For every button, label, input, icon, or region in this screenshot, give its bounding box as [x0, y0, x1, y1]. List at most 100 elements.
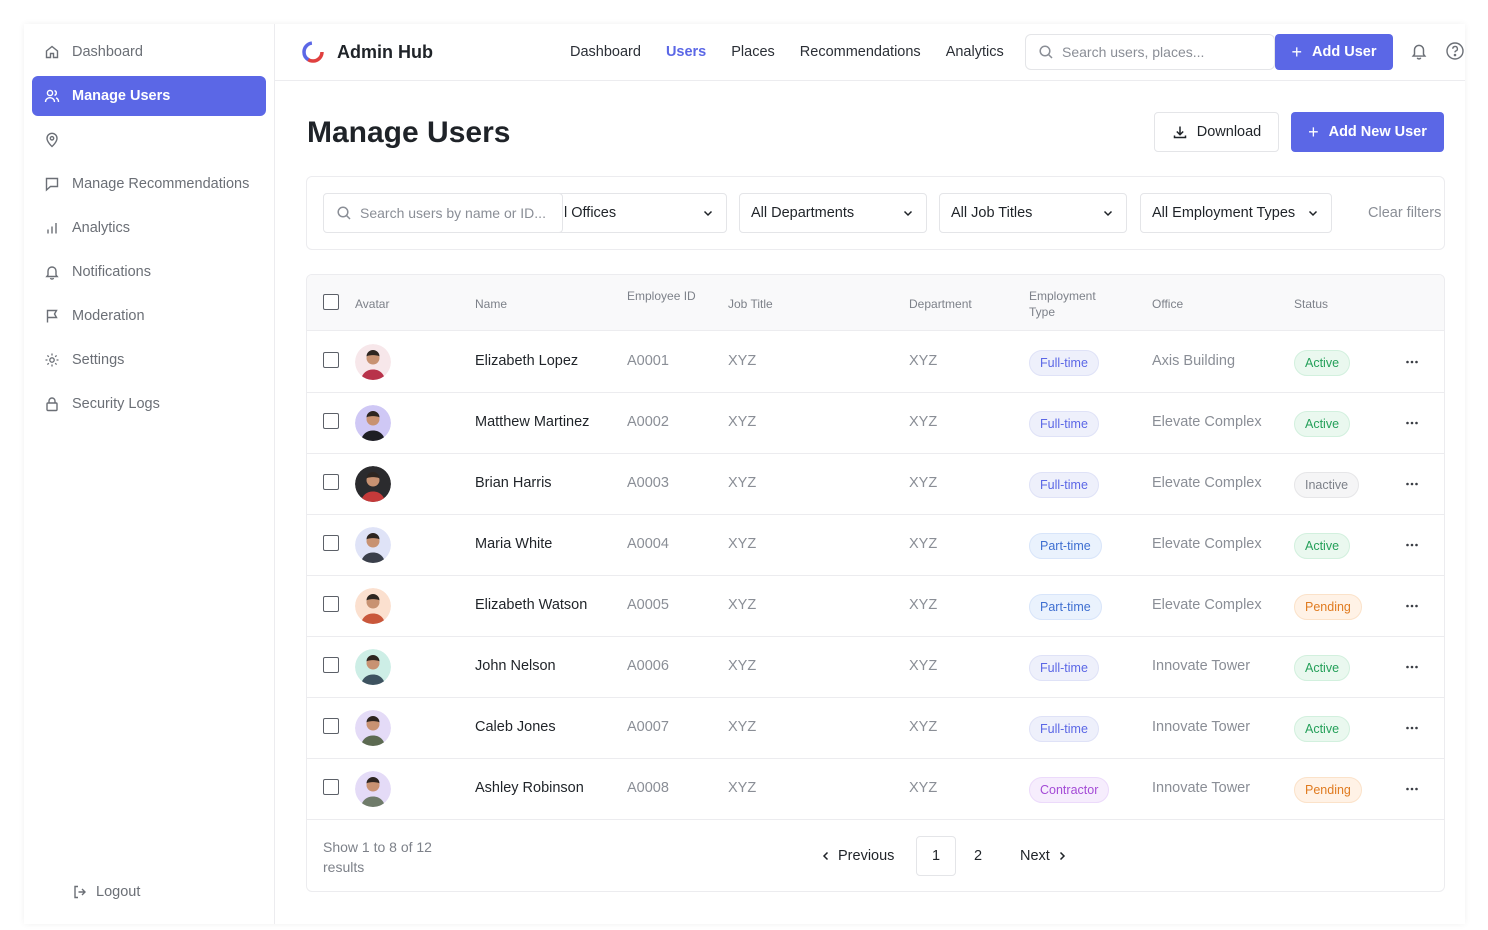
- chevron-down-icon: [1307, 207, 1319, 219]
- nav-analytics[interactable]: Analytics: [946, 44, 1004, 60]
- table-row[interactable]: Caleb Jones A0007 XYZ XYZ Full-time Innovate …: [307, 698, 1444, 759]
- avatar: [355, 527, 391, 563]
- sidebar: Dashboard Manage Users Manage Recommenda…: [24, 24, 275, 924]
- page-2-button[interactable]: 2: [974, 848, 986, 864]
- sidebar-item-places[interactable]: [32, 120, 266, 160]
- sidebar-item-security-logs[interactable]: Security Logs: [32, 384, 266, 424]
- sidebar-item-moderation[interactable]: Moderation: [32, 296, 266, 336]
- more-options-icon[interactable]: [1404, 415, 1420, 431]
- add-new-user-button[interactable]: + Add New User: [1291, 112, 1444, 152]
- download-button[interactable]: Download: [1154, 112, 1279, 152]
- user-name[interactable]: Matthew Martinez: [475, 414, 589, 430]
- employment-type-badge: Full-time: [1029, 472, 1099, 498]
- more-options-icon[interactable]: [1404, 720, 1420, 736]
- user-name[interactable]: Ashley Robinson: [475, 780, 584, 796]
- plus-icon: +: [1308, 121, 1319, 142]
- employee-id: A0004: [627, 536, 669, 552]
- clear-filters-button[interactable]: Clear filters: [1368, 205, 1441, 221]
- employee-id: A0003: [627, 475, 669, 491]
- top-nav-links: Dashboard Users Places Recommendations A…: [570, 44, 1029, 60]
- department: XYZ: [909, 414, 938, 430]
- employment-type-badge: Part-time: [1029, 533, 1102, 559]
- more-options-icon[interactable]: [1404, 537, 1420, 553]
- nav-places[interactable]: Places: [731, 44, 775, 60]
- table-row[interactable]: Elizabeth Lopez A0001 XYZ XYZ Full-time Axis …: [307, 332, 1444, 393]
- job-title: XYZ: [728, 414, 757, 430]
- status-badge: Inactive: [1294, 472, 1360, 498]
- row-checkbox[interactable]: [323, 657, 339, 673]
- table-row[interactable]: Elizabeth Watson A0005 XYZ XYZ Part-time Elev…: [307, 576, 1444, 637]
- nav-recommendations[interactable]: Recommendations: [800, 44, 921, 60]
- users-icon: [44, 88, 60, 104]
- row-checkbox[interactable]: [323, 413, 339, 429]
- more-options-icon[interactable]: [1404, 781, 1420, 797]
- brand[interactable]: Admin Hub: [301, 40, 433, 64]
- sidebar-item-dashboard[interactable]: Dashboard: [32, 32, 266, 72]
- help-icon[interactable]: [1445, 41, 1465, 61]
- status-badge: Active: [1294, 716, 1351, 742]
- table-row[interactable]: John Nelson A0006 XYZ XYZ Full-time Innovate …: [307, 637, 1444, 698]
- sidebar-item-analytics[interactable]: Analytics: [32, 208, 266, 248]
- status-badge: Active: [1294, 533, 1351, 559]
- user-name[interactable]: John Nelson: [475, 658, 556, 674]
- users-table: Avatar Name Employee ID Job Title Depart…: [306, 274, 1445, 892]
- row-checkbox[interactable]: [323, 718, 339, 734]
- more-options-icon[interactable]: [1404, 659, 1420, 675]
- job-titles-filter[interactable]: All Job Titles: [939, 193, 1127, 233]
- nav-users[interactable]: Users: [666, 44, 706, 60]
- sidebar-item-notifications[interactable]: Notifications: [32, 252, 266, 292]
- table-row[interactable]: Matthew Martinez A0002 XYZ XYZ Full-time Elev…: [307, 393, 1444, 454]
- nav-dashboard[interactable]: Dashboard: [570, 44, 641, 60]
- user-name[interactable]: Elizabeth Watson: [475, 597, 587, 613]
- sidebar-item-label: Dashboard: [72, 44, 143, 60]
- job-title: XYZ: [728, 780, 757, 796]
- table-row[interactable]: Maria White A0004 XYZ XYZ Part-time Elevate C…: [307, 515, 1444, 576]
- add-user-button[interactable]: + Add User: [1275, 34, 1393, 70]
- avatar: [355, 405, 391, 441]
- col-status[interactable]: Status: [1294, 296, 1328, 312]
- employment-type-badge: Full-time: [1029, 350, 1099, 376]
- user-name[interactable]: Elizabeth Lopez: [475, 353, 578, 369]
- page-1-button[interactable]: 1: [916, 836, 956, 876]
- col-employee-id[interactable]: Employee ID: [627, 288, 697, 304]
- col-name[interactable]: Name: [475, 296, 507, 312]
- more-options-icon[interactable]: [1404, 598, 1420, 614]
- sidebar-item-manage-users[interactable]: Manage Users: [32, 76, 266, 116]
- row-checkbox[interactable]: [323, 779, 339, 795]
- col-job-title[interactable]: Job Title: [728, 296, 773, 312]
- employee-id: A0005: [627, 597, 669, 613]
- sidebar-item-label: Settings: [72, 352, 125, 368]
- office: Elevate Complex: [1152, 414, 1262, 430]
- sidebar-item-label: Manage Users: [72, 88, 171, 104]
- table-row[interactable]: Brian Harris A0003 XYZ XYZ Full-time Elevate …: [307, 454, 1444, 515]
- user-name[interactable]: Brian Harris: [475, 475, 552, 491]
- row-checkbox[interactable]: [323, 535, 339, 551]
- table-row[interactable]: Ashley Robinson A0008 XYZ XYZ Contractor Inno…: [307, 759, 1444, 820]
- user-search-input[interactable]: [360, 205, 560, 221]
- row-checkbox[interactable]: [323, 474, 339, 490]
- employee-id: A0001: [627, 353, 669, 369]
- employment-types-filter[interactable]: All Employment Types: [1140, 193, 1332, 233]
- col-office[interactable]: Office: [1152, 296, 1183, 312]
- logout-button[interactable]: Logout: [72, 884, 140, 900]
- departments-filter[interactable]: All Departments: [739, 193, 927, 233]
- more-options-icon[interactable]: [1404, 354, 1420, 370]
- office: Innovate Tower: [1152, 780, 1251, 796]
- previous-page-button[interactable]: Previous: [820, 848, 894, 864]
- department: XYZ: [909, 597, 938, 613]
- notifications-bell-icon[interactable]: [1410, 42, 1428, 60]
- next-page-button[interactable]: Next: [1020, 848, 1068, 864]
- row-checkbox[interactable]: [323, 596, 339, 612]
- row-checkbox[interactable]: [323, 352, 339, 368]
- sidebar-item-settings[interactable]: Settings: [32, 340, 266, 380]
- global-search-input[interactable]: [1062, 44, 1262, 60]
- download-icon: [1172, 124, 1188, 140]
- add-new-user-label: Add New User: [1328, 124, 1427, 140]
- sidebar-item-manage-recommendations[interactable]: Manage Recommendations: [32, 164, 266, 204]
- col-employment-type[interactable]: Employment Type: [1029, 288, 1109, 320]
- user-name[interactable]: Caleb Jones: [475, 719, 556, 735]
- more-options-icon[interactable]: [1404, 476, 1420, 492]
- col-department[interactable]: Department: [909, 296, 972, 312]
- select-all-checkbox[interactable]: [323, 294, 339, 310]
- user-name[interactable]: Maria White: [475, 536, 552, 552]
